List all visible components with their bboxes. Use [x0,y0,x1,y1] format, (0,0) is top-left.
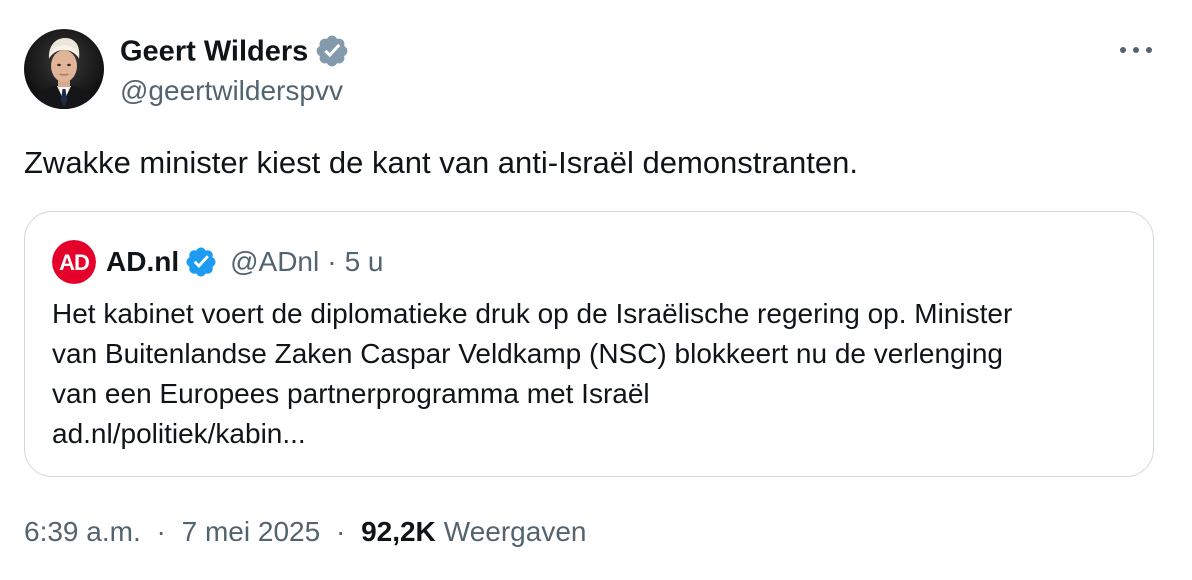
tweet-date[interactable]: 7 mei 2025 [182,516,321,547]
tweet-time[interactable]: 6:39 a.m. [24,516,141,547]
quoted-separator: · [327,246,337,277]
quoted-text-link: ad.nl/politiek/kabin... [52,418,306,449]
quoted-tweet-text: Het kabinet voert de diplomatieke druk o… [52,294,1132,454]
svg-text:AD: AD [59,250,89,275]
quoted-tweet-header: AD AD.nl @ADnl · 5 u [52,240,384,284]
more-options-button[interactable] [1112,34,1160,66]
author-avatar[interactable] [24,29,104,109]
meta-separator: · [335,516,346,547]
author-display-name[interactable]: Geert Wilders [120,32,350,69]
quoted-text-line: Het kabinet voert de diplomatieke druk o… [52,298,1013,329]
views-count[interactable]: 92,2K [361,516,436,547]
ad-logo-icon: AD [52,240,96,284]
verified-badge-icon [316,35,348,67]
quoted-author-name[interactable]: AD.nl [106,246,179,278]
quoted-tweet-time[interactable]: 5 u [345,246,384,278]
verified-badge-icon [186,247,216,277]
views-label: Weergaven [443,516,587,547]
author-handle[interactable]: @geertwilderspvv [120,74,343,108]
author-name-text: Geert Wilders [120,35,309,68]
avatar-photo [24,29,104,109]
quoted-author-handle[interactable]: @ADnl [230,246,319,278]
tweet-text: Zwakke minister kiest de kant van anti-I… [24,145,858,180]
quoted-text-line: van Buitenlandse Zaken Caspar Veldkamp (… [52,338,1003,369]
ad-logo-avatar[interactable]: AD [52,240,96,284]
ellipsis-horizontal-icon [1120,47,1152,53]
quoted-tweet-card[interactable]: AD AD.nl @ADnl · 5 u Het kabinet voert d… [24,211,1154,477]
quoted-text-line: van een Europees partnerprogramma met Is… [52,378,650,409]
tweet-meta: 6:39 a.m. · 7 mei 2025 · 92,2K Weergaven [24,514,586,550]
meta-separator: · [156,516,166,547]
